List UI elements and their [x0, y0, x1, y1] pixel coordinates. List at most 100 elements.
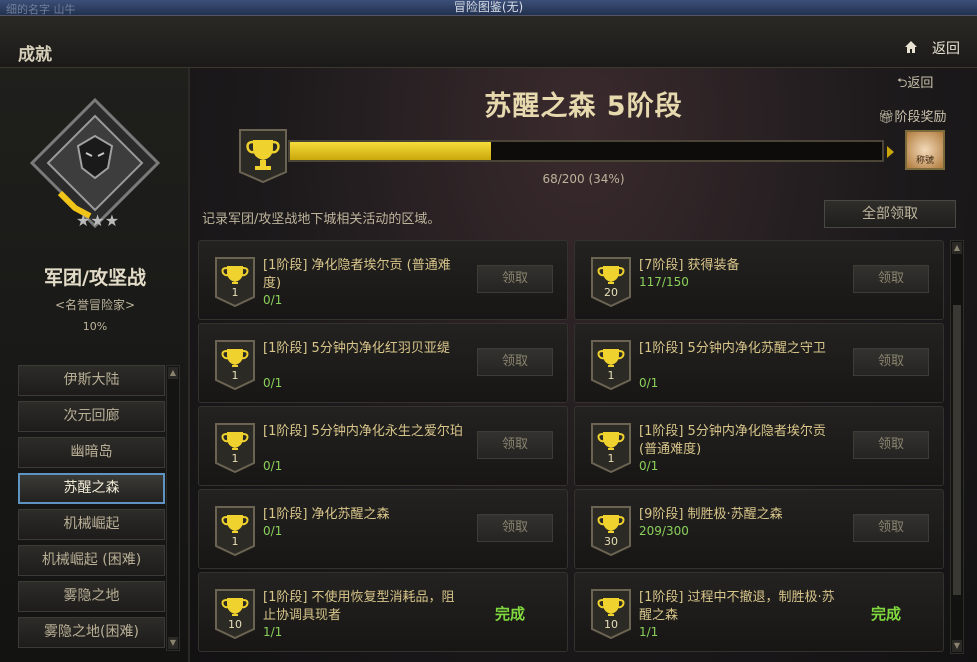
achievement-card: 1 [1阶段] 5分钟内净化隐者埃尔贡 (普通难度) 0/1 领取	[574, 406, 944, 486]
badge-points: 10	[228, 618, 242, 631]
stage-reward-icon[interactable]: 称號	[905, 130, 945, 170]
claim-button[interactable]: 领取	[853, 514, 929, 542]
back-arrow-icon: ⮌	[897, 76, 908, 91]
badge-points: 1	[231, 286, 239, 299]
category-title: 军团/攻坚战	[44, 267, 146, 289]
achievement-name: [1阶段] 5分钟内净化红羽贝亚缇	[263, 341, 450, 356]
achievement-card: 30 [9阶段] 制胜极·苏醒之森 209/300 领取	[574, 489, 944, 569]
stage-progress-bar	[288, 140, 884, 162]
claim-button[interactable]: 领取	[853, 431, 929, 459]
dungeon-nav-list: 伊斯大陆 次元回廊 幽暗岛 苏醒之森 机械崛起 机械崛起 (困难) 雾隐之地 雾…	[18, 365, 165, 653]
completed-label: 完成	[495, 605, 526, 623]
achievement-progress: 1/1	[639, 625, 659, 639]
achievement-card: 1 [1阶段] 净化隐者埃尔贡 (普通难度) 0/1 领取	[198, 240, 568, 320]
scroll-up-icon[interactable]: ▲	[952, 242, 962, 254]
claim-button[interactable]: 领取	[477, 265, 553, 293]
nav-item-yisi[interactable]: 伊斯大陆	[18, 365, 165, 396]
header-title: 成就	[18, 45, 52, 65]
achievement-name: [1阶段] 不使用恢复型消耗品，阻止协调具现者	[263, 590, 455, 623]
claim-button[interactable]: 领取	[853, 348, 929, 376]
achievement-progress: 0/1	[639, 376, 659, 390]
stage-progress-fill	[290, 142, 492, 160]
achievement-name: [1阶段] 5分钟内净化永生之爱尔珀	[263, 424, 463, 439]
badge-points: 1	[607, 369, 615, 382]
progress-arrow-icon	[887, 146, 894, 158]
trophy-badge-icon: 30	[591, 506, 631, 557]
achievement-name: [1阶段] 净化苏醒之森	[263, 507, 390, 522]
window-title: 冒险图鉴(无)	[453, 0, 524, 14]
back-button[interactable]: ⮌返回	[897, 72, 933, 96]
achievement-progress: 0/1	[263, 459, 283, 473]
achievement-main-panel: 苏醒之森 5阶段 ⮌返回 🎁︎阶段奖励 称號 68/200 (34%) 记录军团…	[190, 68, 977, 662]
scroll-down-icon[interactable]: ▼	[952, 640, 962, 652]
achievement-progress: 1/1	[263, 625, 283, 639]
achievement-card: 10 [1阶段] 过程中不撤退，制胜极·苏醒之森 1/1 完成	[574, 572, 944, 652]
nav-scrollbar[interactable]: ▲ ▼	[166, 365, 180, 651]
home-icon[interactable]	[904, 40, 918, 54]
achievement-name: [1阶段] 5分钟内净化苏醒之守卫	[639, 341, 826, 356]
achievement-name: [1阶段] 5分钟内净化隐者埃尔贡 (普通难度)	[639, 424, 826, 457]
trophy-badge-icon: 20	[591, 257, 631, 308]
category-panel: ★★★ 军团/攻坚战 <名誉冒险家> 10% 伊斯大陆 次元回廊 幽暗岛 苏醒之…	[0, 68, 190, 662]
trophy-badge-icon: 1	[215, 506, 255, 557]
claim-button[interactable]: 领取	[477, 348, 553, 376]
nav-item-mist-land[interactable]: 雾隐之地	[18, 581, 165, 612]
achievement-card: 10 [1阶段] 不使用恢复型消耗品，阻止协调具现者 1/1 完成	[198, 572, 568, 652]
legion-emblem-icon: ★★★	[30, 98, 160, 228]
achievement-name: [9阶段] 制胜极·苏醒之森	[639, 507, 783, 522]
header-back-button[interactable]: 返回	[932, 38, 960, 58]
achievement-name: [1阶段] 过程中不撤退，制胜极·苏醒之森	[639, 590, 835, 623]
nav-item-machine-rise-hard[interactable]: 机械崛起 (困难)	[18, 545, 165, 576]
achievement-name: [1阶段] 净化隐者埃尔贡 (普通难度)	[263, 258, 451, 291]
category-percent: 10%	[82, 320, 108, 333]
trophy-badge-icon: 1	[591, 423, 631, 474]
achievement-progress: 117/150	[639, 275, 689, 289]
achievement-card: 1 [1阶段] 5分钟内净化苏醒之守卫 0/1 领取	[574, 323, 944, 403]
nav-item-dimension[interactable]: 次元回廊	[18, 401, 165, 432]
badge-points: 30	[604, 535, 618, 548]
header-bar: 成就 返回	[0, 16, 977, 68]
stage-title: 苏醒之森 5阶段	[484, 91, 683, 122]
badge-points: 1	[231, 452, 239, 465]
rank-title: <名誉冒险家>	[54, 298, 136, 312]
badge-points: 1	[231, 535, 239, 548]
scroll-down-icon[interactable]: ▼	[168, 637, 178, 649]
badge-points: 20	[604, 286, 618, 299]
achievement-card: 1 [1阶段] 5分钟内净化永生之爱尔珀 0/1 领取	[198, 406, 568, 486]
badge-points: 10	[604, 618, 618, 631]
trophy-badge-icon: 10	[215, 589, 255, 640]
scroll-thumb[interactable]	[953, 305, 961, 595]
nav-item-mist-land-hard[interactable]: 雾隐之地(困难)	[18, 617, 165, 648]
claim-button[interactable]: 领取	[853, 265, 929, 293]
gift-icon: 🎁︎	[878, 110, 895, 125]
achievement-card: 1 [1阶段] 5分钟内净化红羽贝亚缇 0/1 领取	[198, 323, 568, 403]
achievement-card: 1 [1阶段] 净化苏醒之森 0/1 领取	[198, 489, 568, 569]
window-title-bar: 细的名字 山牛 冒险图鉴(无)	[0, 0, 977, 16]
trophy-badge-icon: 1	[215, 257, 255, 308]
stage-reward-button[interactable]: 🎁︎阶段奖励	[878, 106, 947, 125]
claim-all-button[interactable]: 全部领取	[824, 200, 956, 228]
achievement-progress: 0/1	[639, 459, 659, 473]
nav-item-awakened-forest[interactable]: 苏醒之森	[18, 473, 165, 504]
badge-points: 1	[231, 369, 239, 382]
claim-button[interactable]: 领取	[477, 514, 553, 542]
progress-text: 68/200 (34%)	[542, 172, 625, 186]
trophy-badge-icon: 1	[215, 340, 255, 391]
achievement-progress: 0/1	[263, 524, 283, 538]
scroll-up-icon[interactable]: ▲	[168, 367, 178, 379]
trophy-badge-icon: 1	[591, 340, 631, 391]
achievement-progress: 0/1	[263, 376, 283, 390]
nav-item-dark-island[interactable]: 幽暗岛	[18, 437, 165, 468]
badge-points: 1	[607, 452, 615, 465]
achievement-progress: 0/1	[263, 293, 283, 307]
achievement-scrollbar[interactable]: ▲ ▼	[950, 240, 964, 654]
trophy-badge-icon: 10	[591, 589, 631, 640]
achievement-name: [7阶段] 获得装备	[639, 258, 740, 273]
svg-text:★★★: ★★★	[76, 211, 119, 228]
area-description: 记录军团/攻坚战地下城相关活动的区域。	[202, 212, 441, 227]
completed-label: 完成	[871, 605, 902, 623]
nav-item-machine-rise[interactable]: 机械崛起	[18, 509, 165, 540]
achievement-progress: 209/300	[639, 524, 689, 538]
achievement-card: 20 [7阶段] 获得装备 117/150 领取	[574, 240, 944, 320]
claim-button[interactable]: 领取	[477, 431, 553, 459]
